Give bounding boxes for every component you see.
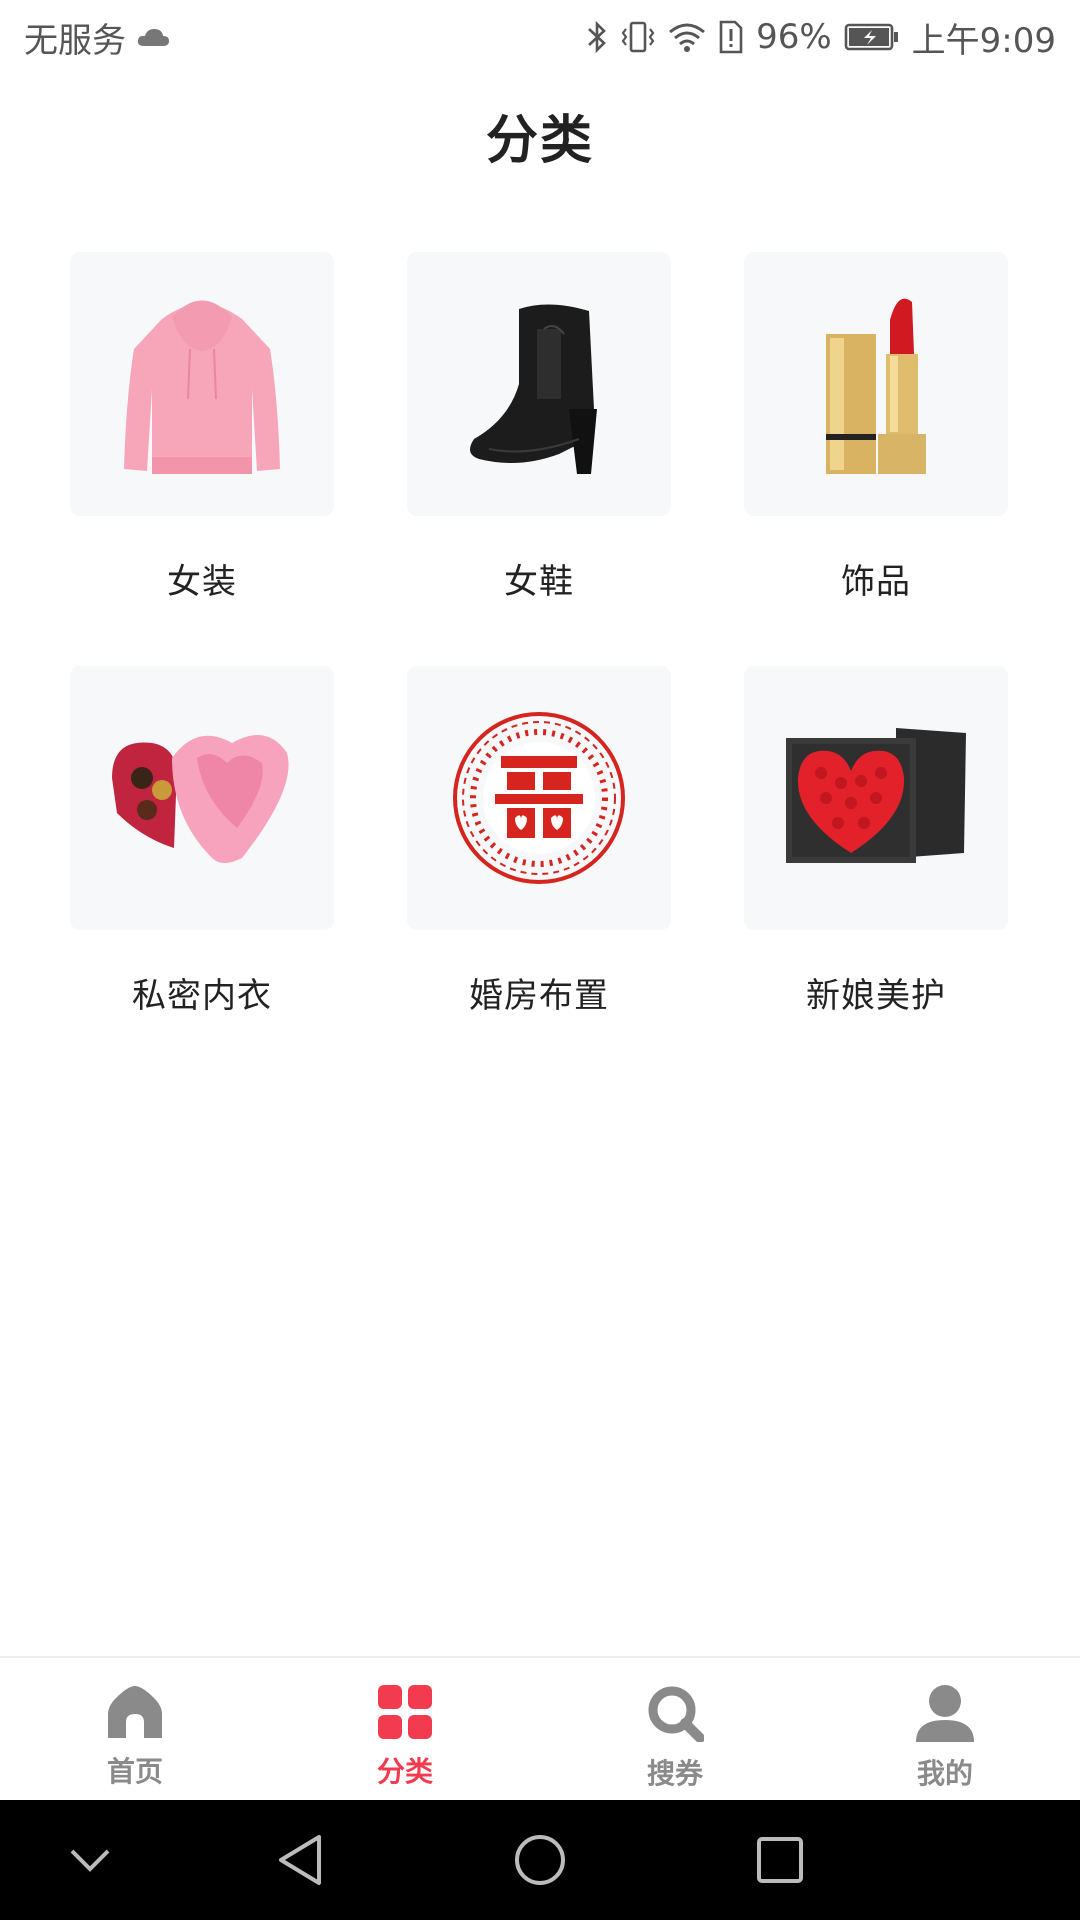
category-item[interactable]: 女装 [70, 252, 334, 666]
category-item[interactable]: 婚房布置 [407, 666, 671, 1080]
category-label: 女鞋 [504, 562, 574, 602]
category-item[interactable]: 新娘美护 [744, 666, 1008, 1080]
tab-label: 分类 [376, 1755, 433, 1788]
status-left: 无服务 [24, 13, 170, 62]
collapse-nav-button[interactable] [60, 1830, 120, 1890]
rose-heart-box-image [744, 666, 1008, 930]
grid-icon [377, 1684, 433, 1744]
category-label: 婚房布置 [469, 976, 609, 1016]
category-item[interactable]: 女鞋 [407, 252, 671, 666]
home-nav-button[interactable] [510, 1830, 570, 1890]
tab-home[interactable]: 首页 [0, 1658, 270, 1800]
heart-chocolate-box-image [70, 666, 334, 930]
search-icon [646, 1684, 705, 1746]
tab-label: 搜券 [646, 1757, 703, 1790]
screen: 无服务 96% 上午9:09 分类 女装 女鞋 饰品 私密内衣 婚房布置 新娘美… [0, 0, 1080, 1920]
chevron-down-icon [70, 1849, 110, 1872]
category-label: 饰品 [841, 562, 911, 602]
tab-label: 我的 [916, 1757, 973, 1790]
category-grid: 女装 女鞋 饰品 私密内衣 婚房布置 新娘美护 [70, 252, 1010, 1080]
cloud-icon [136, 26, 170, 48]
wifi-icon [668, 21, 706, 53]
user-icon [914, 1684, 976, 1746]
category-label: 私密内衣 [132, 976, 272, 1016]
bluetooth-icon [586, 19, 608, 55]
battery-icon [844, 22, 900, 52]
carrier-text: 无服务 [24, 20, 126, 61]
back-button[interactable] [270, 1830, 330, 1890]
status-bar: 无服务 96% 上午9:09 [0, 0, 1080, 74]
category-item[interactable]: 私密内衣 [70, 666, 334, 1080]
lipstick-image [744, 252, 1008, 516]
tab-mine[interactable]: 我的 [810, 1658, 1080, 1800]
system-nav-bar [0, 1800, 1080, 1920]
category-label: 女装 [167, 562, 237, 602]
pink-hoodie-image [70, 252, 334, 516]
sim-alert-icon [718, 19, 744, 55]
tab-category[interactable]: 分类 [270, 1658, 540, 1800]
recents-square-icon [757, 1837, 803, 1883]
vibrate-icon [620, 19, 656, 55]
tab-label: 首页 [106, 1755, 163, 1788]
time-text: 上午9:09 [911, 20, 1056, 61]
tab-search-coupon[interactable]: 搜券 [540, 1658, 810, 1800]
home-circle-icon [515, 1835, 565, 1885]
home-icon [106, 1684, 164, 1744]
battery-percent-text: 96% [756, 17, 832, 57]
category-item[interactable]: 饰品 [744, 252, 1008, 666]
page-title: 分类 [485, 111, 594, 171]
back-triangle-icon [279, 1835, 321, 1885]
recents-button[interactable] [750, 1830, 810, 1890]
category-label: 新娘美护 [806, 976, 946, 1016]
bottom-tab-bar: 首页 分类 搜券 我的 [0, 1656, 1080, 1800]
double-happiness-papercut-image [407, 666, 671, 930]
black-boot-image [407, 252, 671, 516]
status-right: 96% 上午9:09 [586, 13, 1056, 62]
